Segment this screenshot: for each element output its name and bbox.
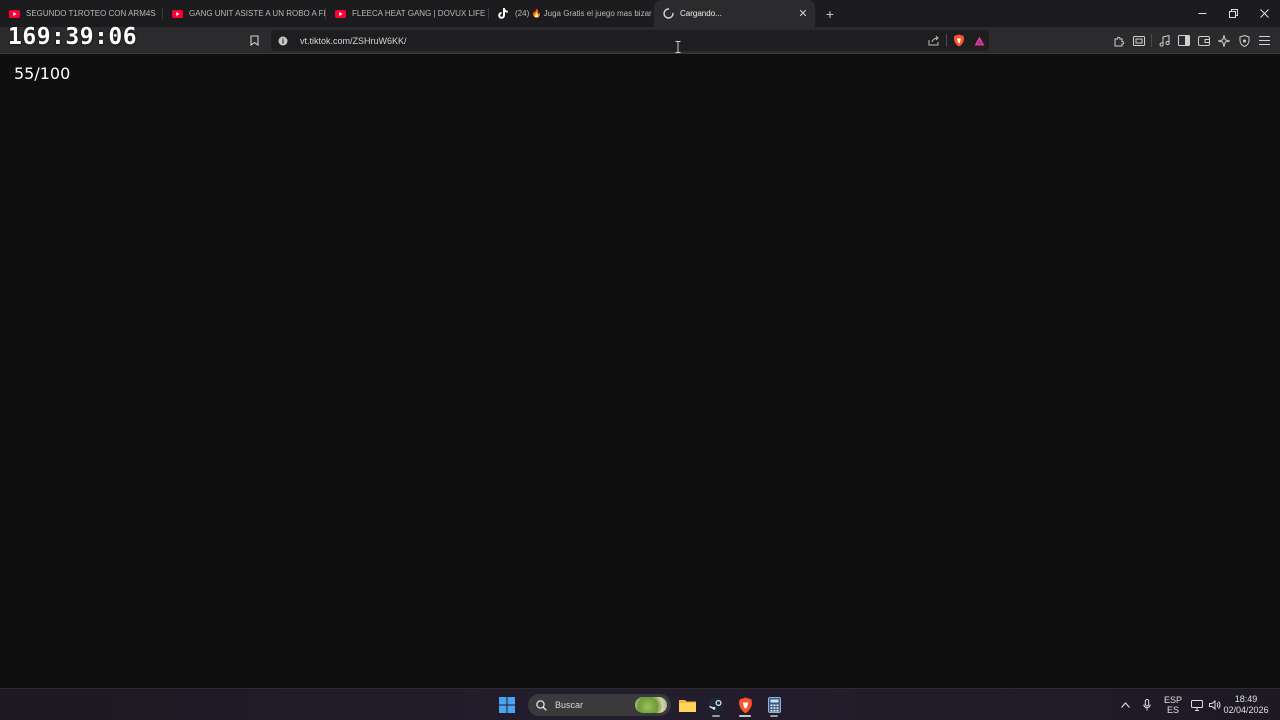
chevron-up-icon xyxy=(1120,702,1130,708)
minimize-icon xyxy=(1198,13,1207,14)
tab-title: SEGUNDO T1ROTEO CON ARM4S xyxy=(26,9,156,18)
screenshot-icon[interactable] xyxy=(1129,30,1149,51)
vpn-icon[interactable] xyxy=(1234,30,1254,51)
file-explorer-icon[interactable] xyxy=(674,692,700,718)
tab-5-active[interactable]: Cargando... ✕ xyxy=(654,0,815,27)
menu-icon[interactable] xyxy=(1254,30,1274,51)
taskbar-center: Buscar xyxy=(494,689,787,720)
running-indicator xyxy=(739,715,751,717)
search-label: Buscar xyxy=(555,700,584,710)
loading-spinner-icon xyxy=(662,8,674,20)
steam-icon[interactable] xyxy=(703,692,729,718)
tab-title: (24) 🔥 Juga Gratis el juego mas bizarro xyxy=(515,9,652,18)
tab-title: FLEECA HEAT GANG | DOVUX LIFE - YouTube xyxy=(352,9,489,18)
new-tab-button[interactable]: + xyxy=(819,3,841,25)
bookmark-button[interactable] xyxy=(246,32,262,49)
timer-overlay: 169:39:06 xyxy=(8,24,138,50)
brave-rewards-icon[interactable] xyxy=(969,30,989,51)
address-bar-actions xyxy=(924,30,989,51)
keyboard-layout: ES xyxy=(1166,705,1179,715)
running-indicator xyxy=(712,715,720,717)
restore-button[interactable] xyxy=(1218,0,1249,27)
divider xyxy=(946,34,947,47)
system-tray: ESP ES 18:49 02/04/2026 xyxy=(1114,689,1280,720)
bookmark-icon xyxy=(249,35,259,46)
close-icon xyxy=(1260,9,1269,18)
window-controls xyxy=(1187,0,1280,27)
browser-toolbar: vt.tiktok.com/ZSHruW6KK/ xyxy=(0,27,1280,54)
minimize-button[interactable] xyxy=(1187,0,1218,27)
language-indicator[interactable]: ESP ES xyxy=(1158,689,1188,720)
taskbar-search[interactable]: Buscar xyxy=(528,694,671,716)
share-icon[interactable] xyxy=(924,30,944,51)
toolbar-right xyxy=(1109,30,1274,51)
tab-title: GANG UNIT ASISTE A UN ROBO A FLEECA xyxy=(189,9,326,18)
tab-1[interactable]: SEGUNDO T1ROTEO CON ARM4S xyxy=(0,0,163,27)
youtube-icon xyxy=(334,8,346,20)
search-highlight-image xyxy=(635,697,667,713)
brave-browser-icon[interactable] xyxy=(732,692,758,718)
running-indicator xyxy=(770,715,778,717)
leo-ai-icon[interactable] xyxy=(1214,30,1234,51)
close-window-button[interactable] xyxy=(1249,0,1280,27)
site-info-icon[interactable] xyxy=(276,34,290,48)
brave-shields-icon[interactable] xyxy=(949,30,969,51)
volume-icon[interactable] xyxy=(1206,689,1224,720)
microphone-icon[interactable] xyxy=(1136,689,1158,720)
tab-title: Cargando... xyxy=(680,9,722,18)
divider xyxy=(1151,34,1152,47)
tab-2[interactable]: GANG UNIT ASISTE A UN ROBO A FLEECA xyxy=(163,0,326,27)
tab-3[interactable]: FLEECA HEAT GANG | DOVUX LIFE - YouTube xyxy=(326,0,489,27)
network-icon[interactable] xyxy=(1188,689,1206,720)
address-bar[interactable]: vt.tiktok.com/ZSHruW6KK/ xyxy=(271,30,989,51)
wallet-icon[interactable] xyxy=(1194,30,1214,51)
show-hidden-icons-button[interactable] xyxy=(1114,689,1136,720)
youtube-icon xyxy=(171,8,183,20)
tab-strip: SEGUNDO T1ROTEO CON ARM4S GANG UNIT ASIS… xyxy=(0,0,1280,27)
taskbar: Buscar ESP ES 18:49 02/04/2026 xyxy=(0,688,1280,720)
tiktok-icon xyxy=(497,8,509,20)
clock[interactable]: 18:49 02/04/2026 xyxy=(1223,689,1280,720)
media-music-icon[interactable] xyxy=(1154,30,1174,51)
youtube-icon xyxy=(8,8,20,20)
clock-date: 02/04/2026 xyxy=(1223,705,1269,715)
sidebar-icon[interactable] xyxy=(1174,30,1194,51)
url-text[interactable]: vt.tiktok.com/ZSHruW6KK/ xyxy=(300,36,924,46)
calculator-icon[interactable] xyxy=(761,692,787,718)
text-cursor-icon xyxy=(675,41,681,53)
clock-time: 18:49 xyxy=(1234,694,1258,704)
extensions-icon[interactable] xyxy=(1109,30,1129,51)
close-tab-icon[interactable]: ✕ xyxy=(795,6,811,22)
screen: SEGUNDO T1ROTEO CON ARM4S GANG UNIT ASIS… xyxy=(0,0,1280,720)
restore-icon xyxy=(1229,9,1238,18)
language-code: ESP xyxy=(1163,695,1182,705)
windows-start-icon[interactable] xyxy=(494,692,520,718)
page-content[interactable] xyxy=(0,55,1280,688)
tab-4[interactable]: (24) 🔥 Juga Gratis el juego mas bizarro xyxy=(489,0,652,27)
search-icon xyxy=(536,699,547,711)
counter-overlay: 55/100 xyxy=(14,64,71,83)
